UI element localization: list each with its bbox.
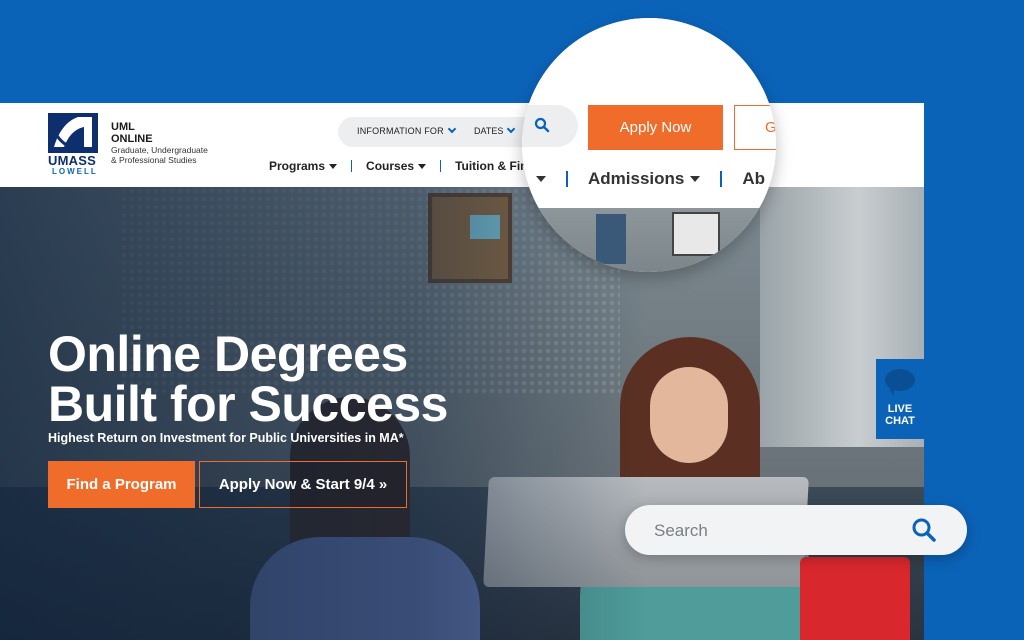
- main-nav: Programs Courses Tuition & Fina: [269, 159, 534, 173]
- live-chat-line1: LIVE: [887, 403, 913, 415]
- secondary-header-button[interactable]: G: [734, 105, 776, 150]
- brand-line-professional: & Professional Studies: [111, 155, 197, 165]
- website-frame: UMASS LOWELL UML ONLINE Graduate, Underg…: [0, 103, 924, 640]
- live-chat-line2: CHAT: [885, 415, 915, 427]
- dates-dropdown[interactable]: DATES: [474, 124, 516, 136]
- brand-text: UML ONLINE Graduate, Undergraduate & Pro…: [111, 121, 241, 165]
- apply-now-start-button[interactable]: Apply Now & Start 9/4 »: [199, 461, 407, 508]
- nav-divider: [351, 160, 353, 172]
- brand-line-online: ONLINE: [111, 133, 153, 145]
- umass-lowell-logo[interactable]: UMASS LOWELL: [48, 113, 100, 176]
- caret-down-icon: [536, 176, 546, 182]
- hero-title: Online Degrees Built for Success: [48, 329, 468, 429]
- information-for-label: INFORMATION FOR: [357, 126, 444, 136]
- caret-down-icon: [418, 163, 427, 169]
- caret-down-icon: [329, 163, 338, 169]
- logo-lowell-text: LOWELL: [52, 167, 98, 176]
- nav-divider: [440, 160, 442, 172]
- information-for-dropdown[interactable]: INFORMATION FOR: [357, 124, 457, 136]
- live-chat-label: LIVE CHAT: [876, 403, 924, 427]
- dates-label: DATES: [474, 126, 504, 136]
- nav-item-admissions[interactable]: Admissions: [588, 169, 701, 189]
- caret-down-icon: [690, 176, 701, 182]
- logo-mark-icon: [48, 113, 98, 153]
- brand-line-graduate: Graduate, Undergraduate: [111, 145, 208, 155]
- nav-divider: [566, 171, 568, 187]
- search-input[interactable]: Search: [654, 521, 708, 541]
- live-chat-tab[interactable]: LIVE CHAT: [876, 359, 924, 439]
- search-bar[interactable]: Search: [625, 505, 967, 555]
- hero-section: Online Degrees Built for Success Highest…: [0, 187, 924, 640]
- magnifier-callout: Apply Now G Admissions Ab: [522, 18, 776, 272]
- nav-programs-label: Programs: [269, 159, 326, 173]
- hero-title-line2: Built for Success: [48, 376, 448, 432]
- logo-umass-text: UMASS: [48, 153, 96, 168]
- hero-subtitle: Highest Return on Investment for Public …: [48, 431, 404, 445]
- apply-now-button[interactable]: Apply Now: [588, 105, 723, 150]
- chevron-down-icon: [447, 124, 457, 134]
- search-icon[interactable]: [911, 517, 937, 548]
- search-icon[interactable]: [534, 117, 550, 138]
- nav-courses-label: Courses: [366, 159, 415, 173]
- nav-admissions-label: Admissions: [588, 169, 685, 188]
- find-program-button[interactable]: Find a Program: [48, 461, 195, 508]
- magnified-hero-strip: [522, 208, 776, 272]
- nav-divider: [720, 171, 723, 187]
- nav-item-programs[interactable]: Programs: [269, 159, 338, 173]
- site-header: UMASS LOWELL UML ONLINE Graduate, Underg…: [0, 103, 924, 187]
- hero-title-line1: Online Degrees: [48, 326, 408, 382]
- chevron-down-icon: [507, 124, 516, 134]
- nav-item-courses[interactable]: Courses: [366, 159, 427, 173]
- brand-line-uml: UML: [111, 121, 135, 133]
- magnified-utility-pill: [522, 105, 578, 147]
- nav-item-about[interactable]: Ab: [742, 169, 765, 189]
- chat-bubble-icon: [885, 369, 915, 396]
- magnified-nav: Admissions Ab: [536, 169, 765, 189]
